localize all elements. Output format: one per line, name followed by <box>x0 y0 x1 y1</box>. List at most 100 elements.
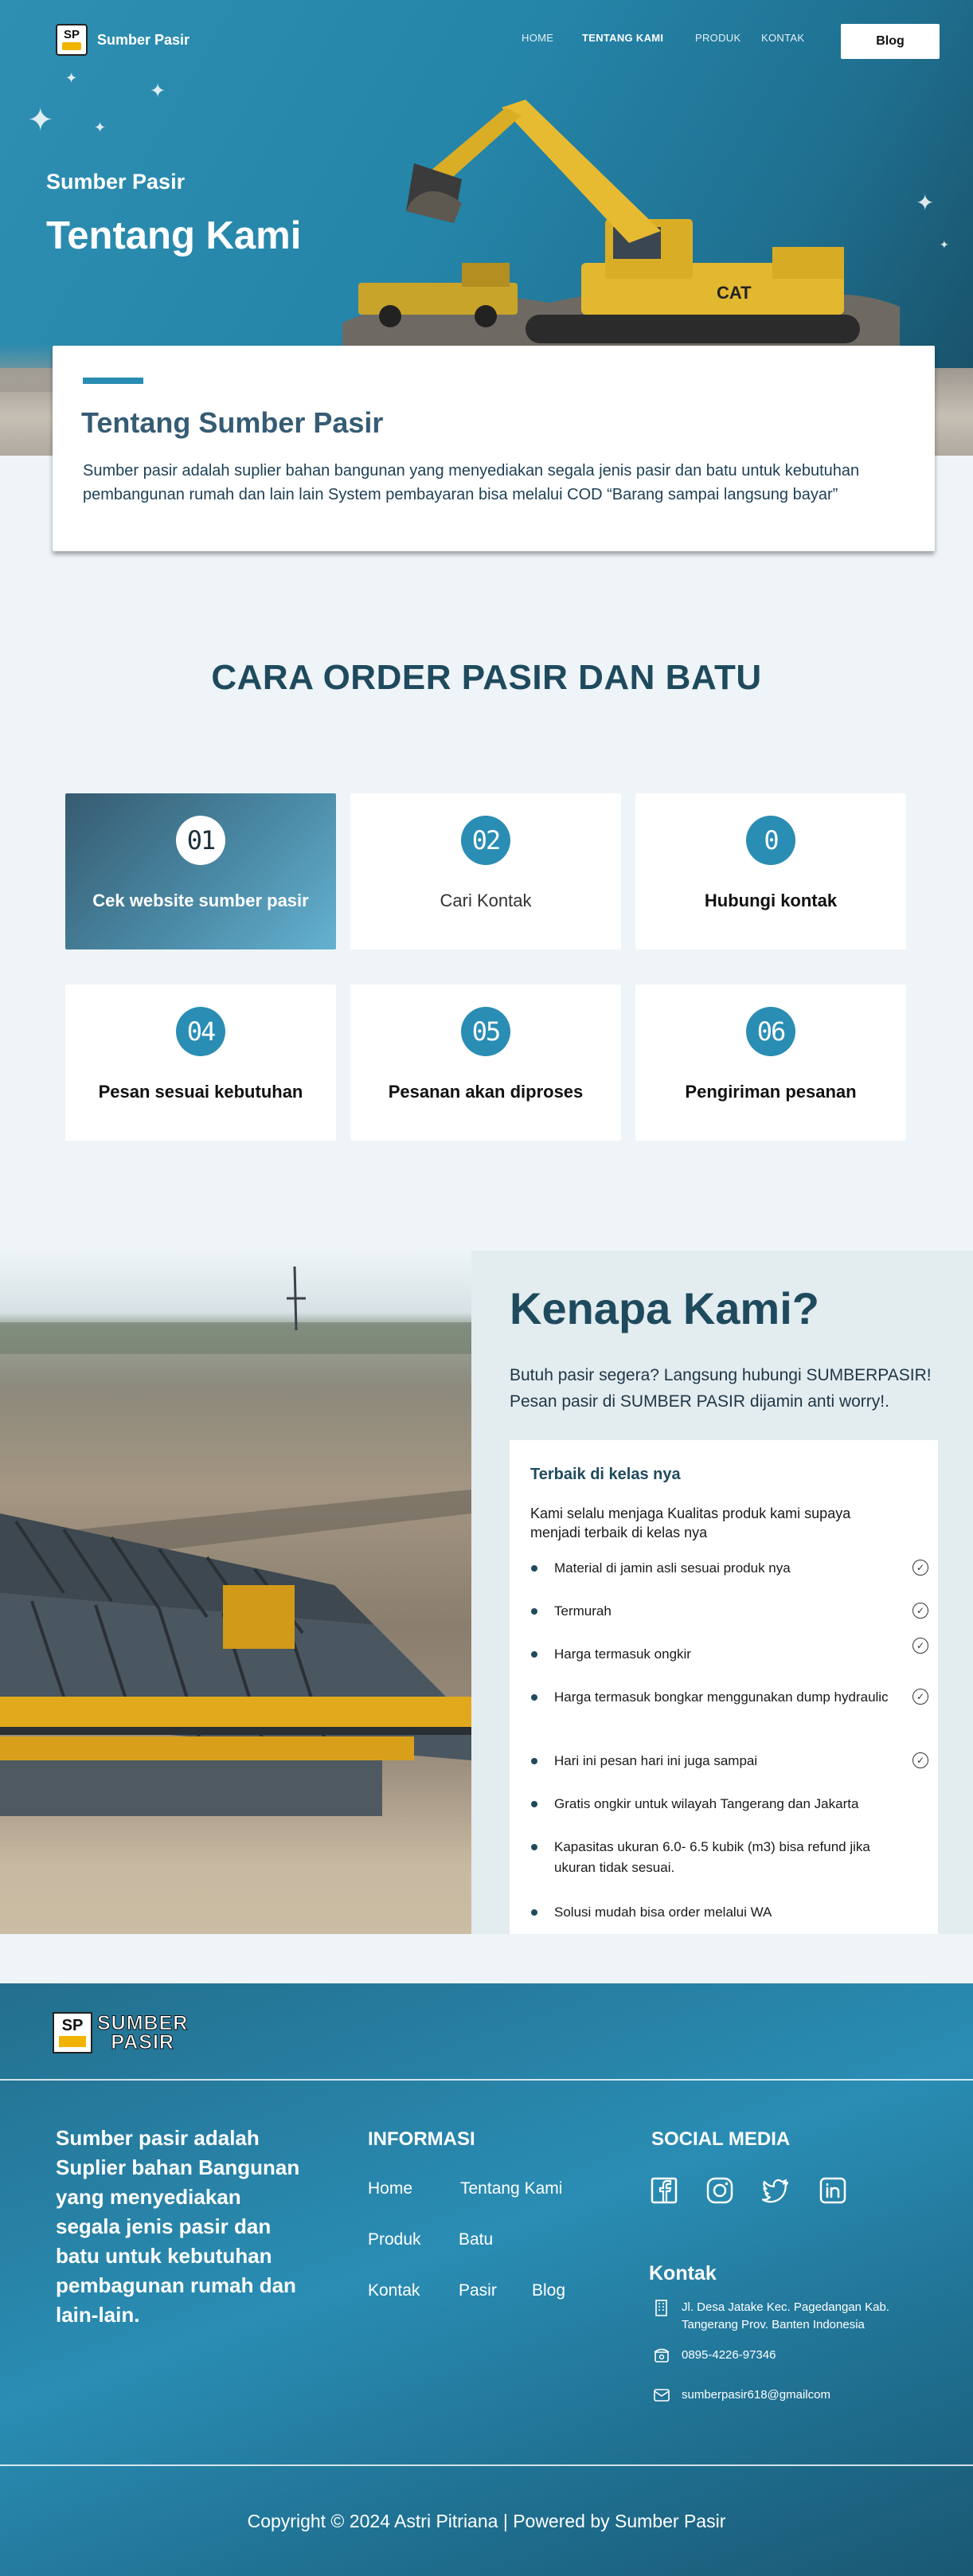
list-item-text: Material di jamin asli sesuai produk nya <box>554 1560 791 1576</box>
order-step-3[interactable]: 0 Hubungi kontak <box>635 793 906 949</box>
linkedin-icon[interactable] <box>819 2176 847 2205</box>
facebook-icon[interactable] <box>650 2176 678 2205</box>
footer-logo-mark: SP <box>53 2012 92 2053</box>
address-text: Jl. Desa Jatake Kec. Pagedangan Kab. Tan… <box>682 2300 890 2331</box>
bucket-wheel-excavator-image <box>0 1266 471 1816</box>
order-step-2[interactable]: 02 Cari Kontak <box>350 793 621 949</box>
hero-kicker: Sumber Pasir <box>46 170 186 194</box>
order-step-4[interactable]: 04 Pesan sesuai kebutuhan <box>65 985 336 1141</box>
phone-text: 0895-4226-97346 <box>682 2348 776 2362</box>
footer-link-tentang-kami[interactable]: Tentang Kami <box>460 2179 562 2198</box>
footer-divider <box>0 2079 973 2081</box>
footer-link-produk[interactable]: Produk <box>368 2230 421 2249</box>
why-card-title: Terbaik di kelas nya <box>530 1466 681 1483</box>
building-icon <box>655 2300 667 2316</box>
footer-logo-text: SUMBER PASIR <box>96 2012 189 2053</box>
nav-link-tentang-kami[interactable]: TENTANG KAMI <box>582 32 663 44</box>
list-item-text: Harga termasuk ongkir <box>554 1646 691 1662</box>
mail-icon <box>654 2389 670 2402</box>
why-title: Kenapa Kami? <box>510 1283 819 1333</box>
mining-photo <box>0 1251 471 1934</box>
phone-icon <box>654 2348 670 2363</box>
footer-about: Sumber pasir adalah Suplier bahan Bangun… <box>56 2126 300 2327</box>
list-item: Harga termasuk ongkir ✓ <box>530 1638 928 1665</box>
list-item-text: Solusi mudah bisa order melalui WA <box>554 1905 772 1920</box>
step-number: 04 <box>176 1007 225 1056</box>
step-number: 05 <box>461 1007 510 1056</box>
nav-link-produk[interactable]: PRODUK <box>695 32 740 44</box>
order-step-1[interactable]: 01 Cek website sumber pasir <box>65 793 336 949</box>
step-number: 0 <box>746 816 795 865</box>
footer-link-home[interactable]: Home <box>368 2179 412 2198</box>
instagram-icon[interactable] <box>705 2176 734 2205</box>
step-label: Pesan sesuai kebutuhan <box>98 1082 303 1102</box>
list-item: Harga termasuk bongkar menggunakan dump … <box>530 1687 928 1708</box>
excavator-image: CAT <box>342 100 900 370</box>
contact-phone[interactable]: 0895-4226-97346 <box>653 2347 776 2364</box>
list-item: Kapasitas ukuran 6.0- 6.5 kubik (m3) bis… <box>530 1837 905 1878</box>
footer: SP SUMBER PASIR Sumber pasir adalah Supl… <box>0 1983 973 2576</box>
list-item: Hari ini pesan hari ini juga sampai ✓ <box>530 1751 928 1771</box>
email-text: sumberpasir618@gmailcom <box>682 2388 830 2402</box>
twitter-icon[interactable] <box>761 2176 790 2205</box>
footer-logo-line1: SUMBER <box>96 2012 189 2034</box>
accent-bar <box>83 378 143 384</box>
step-label: Hubungi kontak <box>704 891 838 910</box>
list-item: Material di jamin asli sesuai produk nya… <box>530 1558 928 1579</box>
footer-divider <box>0 2464 973 2466</box>
copyright: Copyright © 2024 Astri Pitriana | Powere… <box>247 2511 726 2531</box>
hero-title: Tentang Kami <box>46 214 302 257</box>
about-text: Sumber pasir adalah suplier bahan bangun… <box>83 462 860 503</box>
step-number: 02 <box>461 816 510 865</box>
svg-text:CAT: CAT <box>717 283 752 303</box>
sparkle-icon: ✦ <box>150 80 166 102</box>
step-label: Cari Kontak <box>440 891 532 910</box>
blog-button[interactable]: Blog <box>841 24 940 59</box>
footer-logo[interactable]: SP SUMBER PASIR <box>53 2012 188 2053</box>
about-title: Tentang Sumber Pasir <box>81 406 384 439</box>
footer-link-batu[interactable]: Batu <box>459 2230 493 2249</box>
order-step-5[interactable]: 05 Pesanan akan diproses <box>350 985 621 1141</box>
brand[interactable]: SP Sumber Pasir <box>56 24 190 56</box>
step-number: 01 <box>176 816 225 865</box>
top-nav: SP Sumber Pasir HOME TENTANG KAMI PRODUK… <box>0 0 973 80</box>
check-circle-icon: ✓ <box>912 1603 928 1619</box>
footer-link-kontak[interactable]: Kontak <box>368 2281 420 2300</box>
brand-logo: SP <box>56 24 88 56</box>
check-circle-icon: ✓ <box>912 1638 928 1654</box>
footer-logo-line2: PASIR <box>111 2031 174 2053</box>
contact-title: Kontak <box>649 2262 717 2284</box>
social-title: SOCIAL MEDIA <box>651 2128 791 2150</box>
step-label: Pesanan akan diproses <box>388 1082 584 1102</box>
why-subtitle: Butuh pasir segera? Langsung hubungi SUM… <box>510 1366 932 1411</box>
order-step-6[interactable]: 06 Pengiriman pesanan <box>635 985 906 1141</box>
footer-link-pasir[interactable]: Pasir <box>459 2281 497 2300</box>
footer-link-blog[interactable]: Blog <box>532 2281 565 2300</box>
list-item-text: Termurah <box>554 1603 612 1619</box>
sparkle-icon: ✦ <box>940 239 949 252</box>
list-item: Solusi mudah bisa order melalui WA <box>530 1902 928 1923</box>
sparkle-icon: ✦ <box>916 190 935 216</box>
check-circle-icon: ✓ <box>912 1560 928 1576</box>
info-title: INFORMASI <box>368 2128 475 2150</box>
sparkle-icon: ✦ <box>94 119 107 136</box>
check-circle-icon: ✓ <box>912 1752 928 1768</box>
step-number: 06 <box>746 1007 795 1056</box>
why-card: Terbaik di kelas nya Kami selalu menjaga… <box>510 1440 938 1934</box>
list-item: Gratis ongkir untuk wilayah Tangerang da… <box>530 1794 928 1815</box>
check-circle-icon: ✓ <box>912 1689 928 1705</box>
why-card-desc: Kami selalu menjaga Kualitas produk kami… <box>530 1505 851 1541</box>
list-item-text: Kapasitas ukuran 6.0- 6.5 kubik (m3) bis… <box>554 1839 870 1875</box>
nav-link-home[interactable]: HOME <box>522 32 553 44</box>
list-item-text: Harga termasuk bongkar menggunakan dump … <box>554 1689 889 1705</box>
about-card: Tentang Sumber Pasir Sumber pasir adalah… <box>53 346 935 551</box>
step-label: Cek website sumber pasir <box>92 891 309 910</box>
nav-link-kontak[interactable]: KONTAK <box>761 32 804 44</box>
sparkle-icon: ✦ <box>27 102 54 139</box>
step-label: Pengiriman pesanan <box>685 1082 857 1102</box>
brand-name: Sumber Pasir <box>97 31 190 48</box>
contact-email[interactable]: sumberpasir618@gmailcom <box>653 2386 830 2404</box>
order-section-title: CARA ORDER PASIR DAN BATU <box>211 658 762 697</box>
list-item: Termurah ✓ <box>530 1601 928 1622</box>
list-item-text: Hari ini pesan hari ini juga sampai <box>554 1753 758 1768</box>
